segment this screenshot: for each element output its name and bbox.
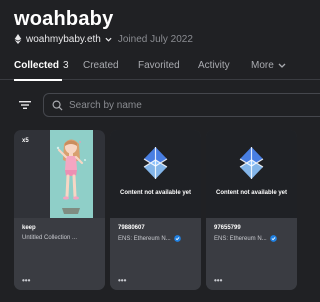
nft-media[interactable]: x5 (14, 130, 105, 218)
chevron-down-icon[interactable] (105, 37, 112, 42)
collection-name: ENS: Ethereum N... (214, 235, 267, 242)
tab-more[interactable]: More (251, 60, 286, 71)
tab-label: More (251, 60, 274, 71)
tab-label: Created (83, 60, 119, 71)
ens-logo-icon (143, 147, 168, 179)
tab-collected[interactable]: Collected 3 (14, 60, 69, 71)
tab-favorited[interactable]: Favorited (138, 60, 180, 71)
nft-title: 97655799 (214, 225, 241, 231)
tab-activity[interactable]: Activity (198, 60, 230, 71)
search-icon (52, 100, 63, 111)
profile-meta: woahmybaby.eth Joined July 2022 (14, 33, 193, 45)
nft-artwork (50, 130, 93, 218)
nft-card-79880607[interactable]: Content not available yet 79880607 ENS: … (110, 130, 201, 290)
more-options-button[interactable]: ••• (22, 277, 30, 285)
search-input[interactable] (69, 99, 299, 111)
tab-count: 3 (63, 60, 69, 71)
content-unavailable-text: Content not available yet (215, 190, 287, 196)
chevron-down-icon (278, 63, 286, 68)
nft-title: 79880607 (118, 225, 145, 231)
profile-username: woahbaby (14, 8, 114, 30)
tab-label: Favorited (138, 60, 180, 71)
active-tab-indicator (14, 79, 62, 81)
ethereum-icon (14, 34, 22, 44)
nft-collection[interactable]: Untitled Collection ... (22, 235, 77, 241)
ens-name[interactable]: woahmybaby.eth (26, 34, 101, 45)
more-options-button[interactable]: ••• (214, 277, 222, 285)
collection-name: Untitled Collection ... (22, 235, 78, 241)
collection-name: ENS: Ethereum N... (118, 235, 171, 242)
tab-label: Activity (198, 60, 230, 71)
ens-logo-icon (239, 147, 264, 179)
quantity-badge: x5 (22, 138, 29, 144)
tab-created[interactable]: Created (83, 60, 119, 71)
nft-info: 79880607 ENS: Ethereum N... ••• (110, 218, 201, 290)
content-unavailable-text: Content not available yet (119, 190, 191, 196)
search-bar (43, 93, 320, 117)
filter-icon (19, 101, 31, 109)
nft-info: keep Untitled Collection ... ••• (14, 218, 105, 290)
verified-badge-icon (173, 235, 181, 242)
more-options-button[interactable]: ••• (118, 277, 126, 285)
nft-collection[interactable]: ENS: Ethereum N... (118, 235, 181, 242)
nft-media[interactable]: Content not available yet (206, 130, 297, 218)
tab-label: Collected (14, 60, 60, 71)
filter-button[interactable] (16, 97, 34, 113)
nft-info: 97655799 ENS: Ethereum N... ••• (206, 218, 297, 290)
nft-card-97655799[interactable]: Content not available yet 97655799 ENS: … (206, 130, 297, 290)
joined-date: Joined July 2022 (117, 33, 193, 45)
nft-title: keep (22, 225, 36, 231)
nft-collection[interactable]: ENS: Ethereum N... (214, 235, 277, 242)
profile-tabs: Collected 3 Created Favorited Activity M… (0, 56, 320, 80)
nft-card-keep[interactable]: x5 keep Untitled Collection ... ••• (14, 130, 105, 290)
nft-media[interactable]: Content not available yet (110, 130, 201, 218)
verified-badge-icon (269, 235, 277, 242)
